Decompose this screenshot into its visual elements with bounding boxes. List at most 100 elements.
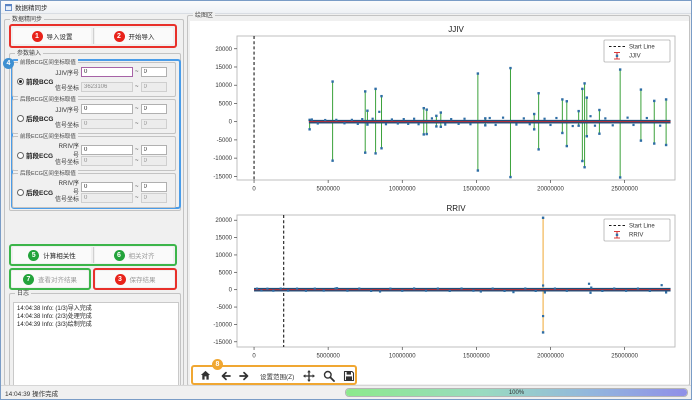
zoom-icon[interactable] [322,369,336,383]
seq-end-input[interactable] [141,145,167,155]
annotation-6: 6 [114,250,125,261]
svg-text:JJIV: JJIV [448,25,464,34]
svg-text:10000000: 10000000 [389,187,416,193]
sync-groupbox: 数据精同步 1 导入设置 2 开始导入 参数输入 4 前段BCG区间坐标取值 前… [4,19,184,386]
seq-end-input[interactable] [141,67,167,77]
params-group-title: 参数输入 [15,50,43,58]
svg-text:20000: 20000 [215,218,232,224]
svg-text:15000: 15000 [215,65,232,71]
title-bar: 数据精同步 [1,1,691,14]
svg-text:0: 0 [252,354,256,360]
app-icon [5,4,12,11]
compute-correlation-button[interactable]: 5 计算相关性 [13,247,91,263]
svg-text:RRIV: RRIV [446,204,466,213]
svg-text:15000: 15000 [215,236,232,242]
svg-text:5000000: 5000000 [316,187,340,193]
svg-text:-5000: -5000 [217,138,233,144]
svg-text:10000: 10000 [215,83,232,89]
view-align-result-label: 查看对齐结果 [38,274,77,284]
svg-text:JJIV: JJIV [629,54,641,60]
range-tilde: ~ [135,69,139,75]
view-align-result-button[interactable]: 7 查看对齐结果 [12,271,88,287]
range-tilde: ~ [135,84,139,90]
radio-icon[interactable] [17,189,24,196]
coord-end-input [141,156,167,166]
seq-end-input[interactable] [141,182,167,192]
seq-start-input[interactable] [81,145,133,155]
svg-text:5000: 5000 [219,270,233,276]
svg-text:10000000: 10000000 [389,354,416,360]
coord-label: 信号坐标 [53,194,79,203]
status-bar: 14:04:39 操作完成 100% [1,385,691,399]
correlation-align-button[interactable]: 6 相关对齐 [95,247,173,263]
radio-label: 后段BCG [26,113,53,123]
svg-text:15000000: 15000000 [463,187,490,193]
annotation-2: 2 [114,31,125,42]
back-icon[interactable] [218,369,232,383]
param-group-front-bcg: 前段BCG区间坐标取值 前段BCG JJIV序号 ~ 信号坐标 ~ [12,62,176,97]
log-area[interactable]: 14:04:38 Info: (1/3)导入完成 14:04:38 Info: … [13,302,179,388]
param-group-front-ecg: 前段ECG区间坐标取值 前段ECG RRIV序号 ~ 信号坐标 ~ [12,136,176,171]
app-window: 数据精同步 数据精同步 1 导入设置 2 开始导入 参数输入 4 前段BCG区间… [0,0,692,400]
compute-correlation-label: 计算相关性 [43,250,76,260]
radio-icon[interactable] [17,78,24,85]
radio-rear-ecg[interactable]: 后段ECG [17,187,53,197]
forward-icon[interactable] [238,369,252,383]
svg-text:25000000: 25000000 [611,187,638,193]
annotation-8: 8 [212,359,223,370]
log-line: 14:04:39 Info: (3/3)绘制完成 [17,321,175,329]
seq-end-input[interactable] [141,104,167,114]
radio-front-bcg[interactable]: 前段BCG [17,76,53,86]
svg-text:Start Line: Start Line [629,45,655,51]
radio-icon[interactable] [17,152,24,159]
svg-text:20000000: 20000000 [537,187,564,193]
svg-text:-15000: -15000 [213,174,232,180]
coord-end-input [141,193,167,203]
svg-text:25000000: 25000000 [611,354,638,360]
save-result-label: 保存结果 [130,274,156,284]
log-line: 14:04:38 Info: (2/3)处理完成 [17,313,175,321]
range-tilde: ~ [135,195,139,201]
coord-start-input [81,119,133,129]
params-groupbox: 参数输入 4 前段BCG区间坐标取值 前段BCG JJIV序号 ~ 信号坐标 [9,53,181,211]
save-icon[interactable] [342,369,356,383]
range-tilde: ~ [135,147,139,153]
svg-text:5000: 5000 [219,101,233,107]
annotation-1: 1 [32,31,43,42]
seq-start-input[interactable] [81,67,133,77]
radio-front-ecg[interactable]: 前段ECG [17,150,53,160]
import-settings-button[interactable]: 1 导入设置 [13,28,91,44]
button-divider [93,28,94,44]
save-result-button[interactable]: 3 保存结果 [96,271,174,287]
radio-label: 前段BCG [26,76,53,86]
coord-start-input [81,82,133,92]
svg-text:15000000: 15000000 [463,354,490,360]
home-icon[interactable] [198,369,212,383]
start-import-button[interactable]: 2 开始导入 [95,28,173,44]
svg-text:-5000: -5000 [217,305,233,311]
seq-start-input[interactable] [81,182,133,192]
log-groupbox: 日志 14:04:38 Info: (1/3)导入完成 14:04:38 Inf… [9,293,181,391]
pan-icon[interactable] [302,369,316,383]
svg-text:RRIV: RRIV [629,233,643,239]
svg-text:5000000: 5000000 [316,354,340,360]
start-import-label: 开始导入 [129,31,155,41]
svg-text:20000: 20000 [215,47,232,53]
set-range-button[interactable]: 设置范围(Z) [258,370,296,382]
radio-rear-bcg[interactable]: 后段BCG [17,113,53,123]
seq-label: JJIV序号 [53,105,79,114]
param-group-title: 后段ECG区间坐标取值 [18,170,78,178]
annotation-4: 4 [3,58,14,69]
svg-text:-10000: -10000 [213,156,232,162]
seq-start-input[interactable] [81,104,133,114]
annotation-5: 5 [28,250,39,261]
status-text: 14:04:39 操作完成 [1,388,345,398]
svg-text:20000000: 20000000 [537,354,564,360]
param-group-title: 后段BCG区间坐标取值 [18,96,78,104]
annotation-3: 3 [115,274,126,285]
range-tilde: ~ [135,158,139,164]
chart-jjiv: JJIV050000001000000015000000200000002500… [191,21,687,197]
correlation-align-label: 相关对齐 [129,250,155,260]
import-settings-label: 导入设置 [47,31,73,41]
radio-icon[interactable] [17,115,24,122]
